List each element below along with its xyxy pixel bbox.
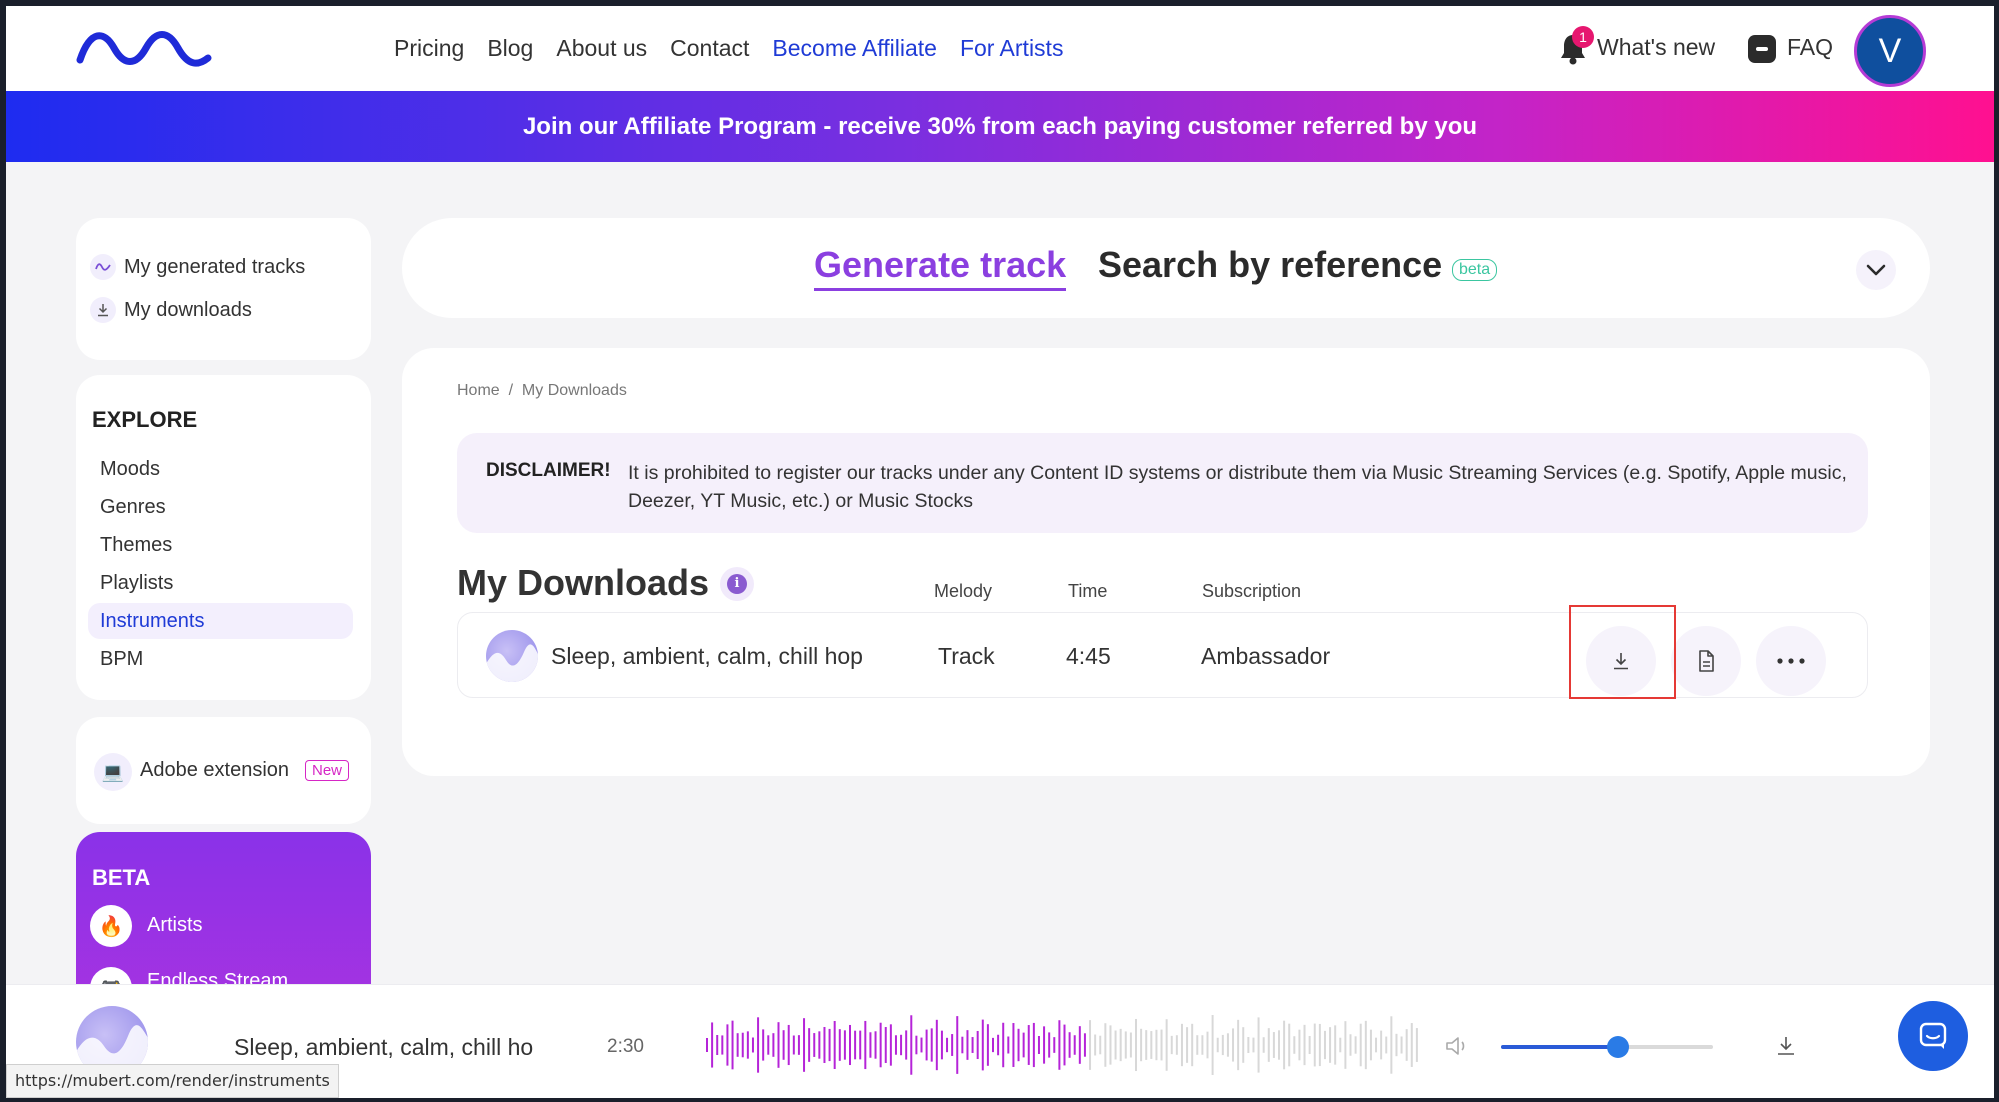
- player-waveform[interactable]: [706, 1014, 1421, 1076]
- nav-about-us[interactable]: About us: [556, 35, 647, 62]
- my-generated-tracks-label: My generated tracks: [124, 255, 306, 278]
- player-download-icon[interactable]: [1773, 1033, 1799, 1059]
- breadcrumb: Home / My Downloads: [457, 382, 627, 400]
- disclaimer-text: It is prohibited to register our tracks …: [628, 462, 1847, 512]
- column-melody: Melody: [934, 581, 993, 601]
- player-track-title: Sleep, ambient, calm, chill ho: [234, 1034, 534, 1060]
- my-downloads-label: My downloads: [124, 298, 252, 321]
- chevron-down-icon: [1866, 264, 1886, 276]
- top-header: Pricing Blog About us Contact Become Aff…: [6, 6, 1994, 91]
- volume-knob[interactable]: [1606, 1036, 1629, 1058]
- my-generated-tracks-link[interactable]: My generated tracks: [90, 254, 305, 280]
- page-title: My Downloads: [457, 562, 710, 603]
- my-downloads-link[interactable]: My downloads: [90, 297, 252, 323]
- beta-badge: beta: [1452, 259, 1498, 281]
- faq-icon: [1748, 35, 1776, 63]
- main-nav: Pricing Blog About us Contact Become Aff…: [394, 6, 1086, 91]
- nav-for-artists[interactable]: For Artists: [960, 35, 1064, 62]
- nav-contact[interactable]: Contact: [670, 35, 749, 62]
- track-cover[interactable]: [486, 630, 538, 682]
- breadcrumb-current: My Downloads: [521, 382, 627, 399]
- beta-heading: BETA: [92, 865, 151, 890]
- explore-themes[interactable]: Themes: [88, 527, 353, 563]
- explore-genres[interactable]: Genres: [88, 489, 353, 525]
- track-melody: Track: [938, 643, 995, 669]
- nav-pricing[interactable]: Pricing: [394, 35, 464, 62]
- app-frame: Pricing Blog About us Contact Become Aff…: [6, 6, 1994, 1098]
- column-time: Time: [1068, 581, 1108, 601]
- track-time: 4:45: [1066, 643, 1111, 669]
- my-library-card: My generated tracks My downloads: [76, 218, 371, 360]
- status-bar-url: https://mubert.com/render/instruments: [6, 1064, 339, 1098]
- more-options-button[interactable]: [1756, 626, 1826, 696]
- license-document-button[interactable]: [1671, 626, 1741, 696]
- chat-icon: [1919, 1022, 1947, 1049]
- more-dots-icon: [1777, 658, 1805, 664]
- notification-badge: 1: [1572, 26, 1594, 48]
- track-name[interactable]: Sleep, ambient, calm, chill hop: [551, 643, 863, 670]
- nav-blog[interactable]: Blog: [487, 35, 533, 62]
- expand-generator-button[interactable]: [1856, 250, 1896, 290]
- chat-support-button[interactable]: [1898, 1001, 1968, 1071]
- player-time: 2:30: [607, 1036, 644, 1057]
- beta-artists-link[interactable]: Artists: [147, 914, 203, 937]
- disclaimer-label: DISCLAIMER!: [486, 460, 611, 481]
- breadcrumb-home[interactable]: Home: [457, 382, 500, 399]
- breadcrumb-separator: /: [508, 382, 514, 399]
- user-avatar[interactable]: V: [1854, 15, 1926, 87]
- info-icon: i: [727, 574, 747, 594]
- explore-playlists[interactable]: Playlists: [88, 565, 353, 601]
- whats-new-link[interactable]: What's new: [1597, 34, 1715, 61]
- tab-generate-track[interactable]: Generate track: [814, 244, 1067, 291]
- volume-icon[interactable]: [1444, 1033, 1470, 1059]
- explore-heading: EXPLORE: [92, 407, 198, 432]
- fire-icon: 🔥: [90, 905, 132, 947]
- volume-slider[interactable]: [1501, 1036, 1713, 1058]
- mubert-logo[interactable]: [76, 28, 212, 68]
- tab-search-by-reference[interactable]: Search by reference: [1098, 244, 1442, 286]
- laptop-icon: 💻: [94, 753, 132, 791]
- info-button[interactable]: i: [720, 567, 754, 601]
- download-icon: [90, 297, 116, 323]
- explore-bpm[interactable]: BPM: [88, 641, 353, 677]
- track-subscription: Ambassador: [1201, 643, 1331, 669]
- explore-moods[interactable]: Moods: [88, 451, 353, 487]
- column-subscription: Subscription: [1202, 581, 1302, 601]
- explore-instruments[interactable]: Instruments: [88, 603, 353, 639]
- notifications-button[interactable]: 1: [1558, 26, 1594, 66]
- highlight-box: [1569, 605, 1676, 699]
- new-badge: New: [305, 760, 350, 781]
- wave-icon: [90, 254, 116, 280]
- document-icon: [1699, 650, 1714, 672]
- volume-fill: [1501, 1045, 1618, 1049]
- nav-become-affiliate[interactable]: Become Affiliate: [772, 35, 937, 62]
- faq-link[interactable]: FAQ: [1787, 34, 1833, 61]
- affiliate-banner[interactable]: Join our Affiliate Program - receive 30%…: [6, 91, 1994, 162]
- adobe-extension-link[interactable]: Adobe extension: [140, 759, 289, 782]
